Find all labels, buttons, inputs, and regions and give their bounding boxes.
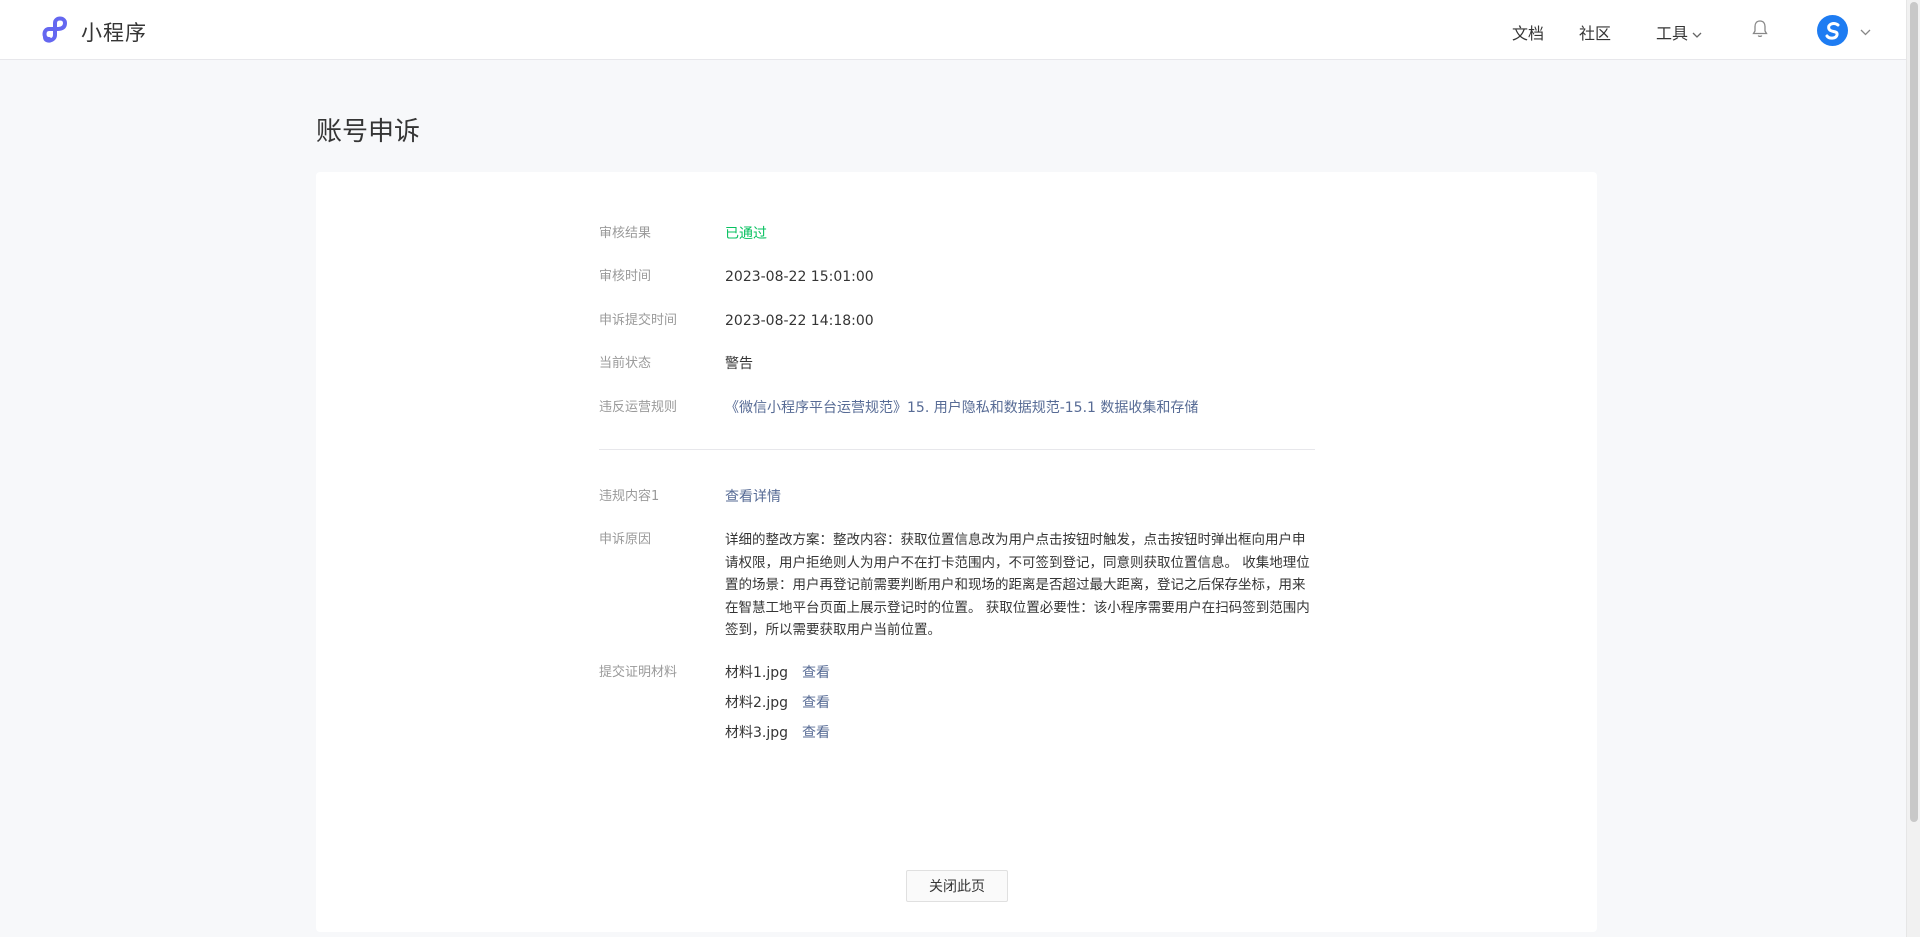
logo[interactable]: 小程序: [39, 15, 147, 49]
violation-content-row: 违规内容1 查看详情: [599, 486, 781, 508]
top-navbar: 小程序 文档 社区 工具: [0, 0, 1906, 60]
miniprogram-logo-icon: [39, 15, 71, 49]
review-result-value: 已通过: [725, 226, 767, 242]
materials-row: 提交证明材料 材料1.jpg 查看 材料2.jpg 查看 材料3.jpg 查看: [599, 662, 830, 752]
review-result-label: 审核结果: [599, 226, 652, 241]
material-view-link[interactable]: 查看: [802, 722, 830, 752]
violation-content-label: 违规内容1: [599, 489, 660, 504]
current-status-value: 警告: [725, 356, 753, 372]
bell-icon[interactable]: [1752, 19, 1768, 43]
materials-label: 提交证明材料: [599, 665, 678, 680]
scrollbar[interactable]: [1906, 0, 1920, 937]
submit-time-row: 申诉提交时间 2023-08-22 14:18:00: [599, 310, 874, 332]
current-status-label: 当前状态: [599, 356, 652, 371]
material-view-link[interactable]: 查看: [802, 692, 830, 722]
material-file-name: 材料1.jpg: [725, 665, 789, 681]
material-file-name: 材料3.jpg: [725, 725, 789, 741]
appeal-reason-row: 申诉原因 详细的整改方案：整改内容：获取位置信息改为用户点击按钮时触发，点击按钮…: [599, 529, 1317, 642]
violated-rule-row: 违反运营规则 《微信小程序平台运营规范》15. 用户隐私和数据规范-15.1 数…: [599, 397, 1198, 419]
review-time-value: 2023-08-22 15:01:00: [725, 269, 874, 285]
material-file-name: 材料2.jpg: [725, 695, 789, 711]
nav-tools-menu[interactable]: 工具: [1656, 20, 1702, 44]
current-status-row: 当前状态 警告: [599, 353, 753, 375]
materials-list: 材料1.jpg 查看 材料2.jpg 查看 材料3.jpg 查看: [725, 662, 830, 752]
avatar-icon: [1817, 15, 1848, 46]
appeal-reason-label: 申诉原因: [599, 532, 652, 547]
material-item: 材料1.jpg 查看: [725, 662, 830, 692]
violated-rule-link[interactable]: 《微信小程序平台运营规范》15. 用户隐私和数据规范-15.1 数据收集和存储: [725, 397, 1198, 419]
material-item: 材料3.jpg 查看: [725, 722, 830, 752]
submit-time-label: 申诉提交时间: [599, 313, 678, 328]
review-time-label: 审核时间: [599, 269, 652, 284]
view-details-link[interactable]: 查看详情: [725, 486, 781, 508]
material-view-link[interactable]: 查看: [802, 662, 830, 692]
appeal-reason-text: 详细的整改方案：整改内容：获取位置信息改为用户点击按钮时触发，点击按钮时弹出框向…: [725, 532, 1310, 638]
user-menu[interactable]: [1817, 15, 1871, 46]
nav-tools-label: 工具: [1656, 24, 1689, 43]
page-title: 账号申诉: [316, 117, 421, 147]
violated-rule-label: 违反运营规则: [599, 400, 678, 415]
nav-docs-link[interactable]: 文档: [1512, 20, 1544, 44]
scrollbar-thumb[interactable]: [1910, 2, 1918, 822]
submit-time-value: 2023-08-22 14:18:00: [725, 313, 874, 329]
review-result-row: 审核结果 已通过: [599, 223, 767, 245]
close-page-button[interactable]: 关闭此页: [906, 870, 1008, 902]
chevron-down-icon: [1692, 24, 1702, 43]
divider: [599, 449, 1315, 450]
material-item: 材料2.jpg 查看: [725, 692, 830, 722]
chevron-down-icon: [1860, 21, 1871, 40]
app-name: 小程序: [81, 21, 147, 45]
review-time-row: 审核时间 2023-08-22 15:01:00: [599, 266, 874, 288]
appeal-detail-card: 审核结果 已通过 审核时间 2023-08-22 15:01:00 申诉提交时间…: [316, 172, 1597, 932]
nav-community-link[interactable]: 社区: [1579, 20, 1611, 44]
